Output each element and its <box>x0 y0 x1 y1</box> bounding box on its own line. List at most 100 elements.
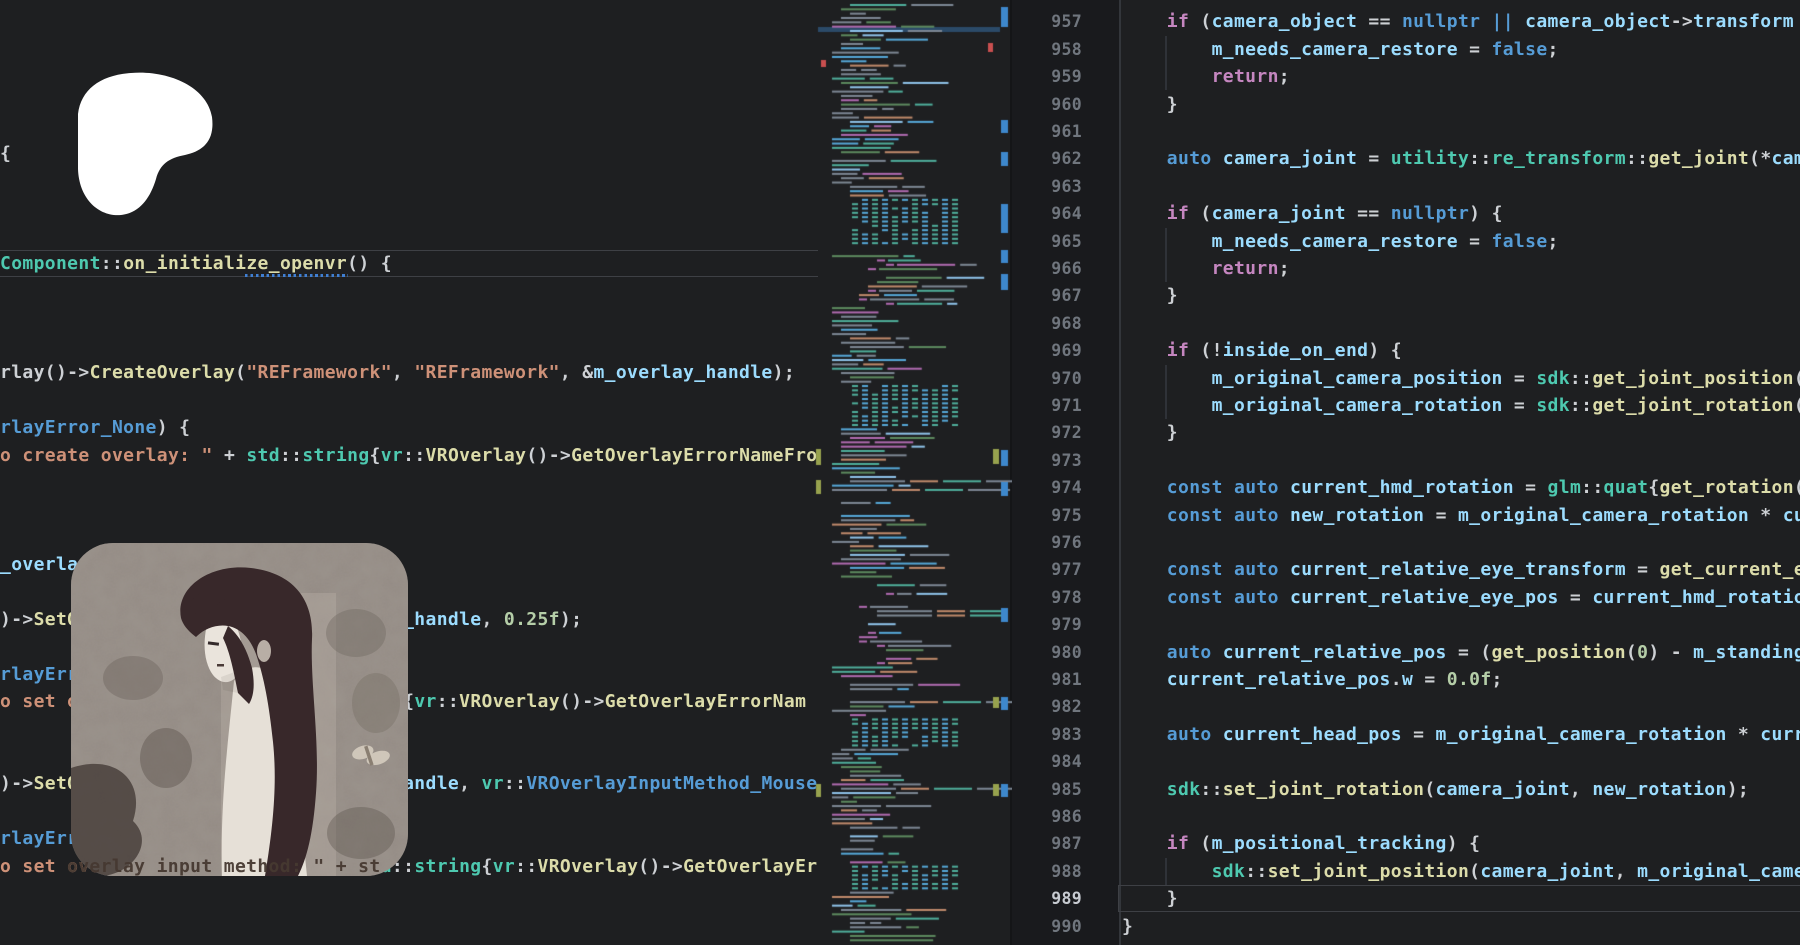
code-line[interactable]: } <box>1167 885 1178 912</box>
code-token: , <box>1615 861 1637 882</box>
line-number[interactable]: 978 <box>1012 584 1082 611</box>
code-line[interactable]: _overla <box>0 551 78 578</box>
code-token: = <box>1357 148 1391 169</box>
code-token: false <box>1492 39 1548 60</box>
code-line[interactable]: m_needs_camera_restore = false; <box>1212 36 1559 63</box>
line-number[interactable]: 957 <box>1012 8 1082 35</box>
code-line[interactable]: if (m_positional_tracking) { <box>1167 830 1481 857</box>
code-token: :: <box>1570 368 1592 389</box>
code-token: get_position <box>1492 642 1626 663</box>
line-number[interactable]: 981 <box>1012 666 1082 693</box>
line-number[interactable]: 984 <box>1012 748 1082 775</box>
code-token: m_overlay_handle <box>593 362 772 383</box>
line-number[interactable]: 961 <box>1012 118 1082 145</box>
line-number[interactable]: 967 <box>1012 282 1082 309</box>
line-number[interactable]: 973 <box>1012 447 1082 474</box>
code-line[interactable]: m_original_camera_position = sdk::get_jo… <box>1212 365 1800 392</box>
code-line[interactable]: const auto new_rotation = m_original_cam… <box>1167 502 1800 529</box>
line-number[interactable]: 985 <box>1012 776 1082 803</box>
code-token: _overla <box>0 554 78 575</box>
code-line[interactable]: { <box>0 140 11 167</box>
code-token: () { <box>347 253 392 274</box>
code-token: current_head_pos <box>1223 724 1402 745</box>
code-line[interactable]: auto camera_joint = utility::re_transfor… <box>1167 145 1800 172</box>
code-line[interactable]: return; <box>1212 255 1290 282</box>
code-line[interactable]: return; <box>1212 63 1290 90</box>
line-number[interactable]: 964 <box>1012 200 1082 227</box>
code-token: current_relative_pos <box>1223 642 1447 663</box>
line-number[interactable]: 976 <box>1012 529 1082 556</box>
code-token: VROverlay <box>459 691 560 712</box>
code-token: auto <box>1167 148 1212 169</box>
code-line[interactable]: } <box>1122 913 1133 940</box>
line-number[interactable]: 968 <box>1012 310 1082 337</box>
code-token: { <box>370 445 381 466</box>
code-line[interactable]: const auto current_relative_eye_transfor… <box>1167 556 1800 583</box>
line-number[interactable]: 959 <box>1012 63 1082 90</box>
code-token: VROverlay <box>426 445 527 466</box>
code-line[interactable]: rlay()->CreateOverlay("REFramework", "RE… <box>0 359 795 386</box>
code-line[interactable]: sdk::set_joint_rotation(camera_joint, ne… <box>1167 776 1749 803</box>
line-number[interactable]: 971 <box>1012 392 1082 419</box>
line-number[interactable]: 990 <box>1012 913 1082 940</box>
code-line[interactable]: } <box>1167 419 1178 446</box>
artwork-overlay-image <box>71 543 408 876</box>
code-token: ( <box>1469 861 1480 882</box>
code-line[interactable]: m_original_camera_rotation = sdk::get_jo… <box>1212 392 1800 419</box>
line-number[interactable]: 958 <box>1012 36 1082 63</box>
line-number[interactable]: 972 <box>1012 419 1082 446</box>
code-token: auto <box>1234 559 1279 580</box>
code-token: || <box>1480 11 1525 32</box>
minimap[interactable] <box>815 0 1012 945</box>
line-number[interactable]: 970 <box>1012 365 1082 392</box>
line-number[interactable]: 960 <box>1012 91 1082 118</box>
line-number[interactable]: 983 <box>1012 721 1082 748</box>
code-line[interactable]: if (camera_joint == nullptr) { <box>1167 200 1503 227</box>
code-token: re_transform <box>1492 148 1626 169</box>
code-line[interactable]: const auto current_relative_eye_pos = cu… <box>1167 584 1800 611</box>
line-number[interactable]: 974 <box>1012 474 1082 501</box>
line-number[interactable]: 989 <box>1012 885 1082 912</box>
code-token: sdk <box>1167 779 1201 800</box>
code-token: on_initialize_openvr <box>123 253 347 274</box>
code-token: if <box>1167 833 1189 854</box>
line-number[interactable]: 969 <box>1012 337 1082 364</box>
code-line[interactable]: m_needs_camera_restore = false; <box>1212 228 1559 255</box>
code-line[interactable]: auto current_relative_pos = (get_positio… <box>1167 639 1800 666</box>
code-line[interactable]: sdk::set_joint_position(camera_joint, m_… <box>1212 858 1800 885</box>
code-token: ( <box>1189 203 1211 224</box>
code-token: , <box>392 362 414 383</box>
code-token: ; <box>1279 258 1290 279</box>
code-token: false <box>1492 231 1548 252</box>
code-token: ( <box>1189 833 1211 854</box>
line-number[interactable]: 986 <box>1012 803 1082 830</box>
line-number[interactable]: 977 <box>1012 556 1082 583</box>
line-number[interactable]: 980 <box>1012 639 1082 666</box>
code-token: ( <box>1794 368 1800 389</box>
line-number[interactable]: 979 <box>1012 611 1082 638</box>
line-number[interactable]: 965 <box>1012 228 1082 255</box>
line-number[interactable]: 975 <box>1012 502 1082 529</box>
line-number[interactable]: 982 <box>1012 693 1082 720</box>
code-token: auto <box>1167 642 1212 663</box>
code-line[interactable]: const auto current_hmd_rotation = glm::q… <box>1167 474 1800 501</box>
code-line[interactable]: if (camera_object == nullptr || camera_o… <box>1167 8 1794 35</box>
code-line[interactable]: o create overlay: " + std::string{vr::VR… <box>0 442 817 469</box>
line-number[interactable]: 987 <box>1012 830 1082 857</box>
code-line[interactable]: if (!inside_on_end) { <box>1167 337 1402 364</box>
line-number[interactable]: 962 <box>1012 145 1082 172</box>
code-line[interactable]: auto current_head_pos = m_original_camer… <box>1167 721 1800 748</box>
line-number[interactable]: 963 <box>1012 173 1082 200</box>
code-token <box>1279 559 1290 580</box>
line-number[interactable]: 988 <box>1012 858 1082 885</box>
code-line[interactable]: current_relative_pos.w = 0.0f; <box>1167 666 1503 693</box>
code-token: "REFramework" <box>246 362 392 383</box>
right-editor-pane[interactable]: 957 if (camera_object == nullptr || camer… <box>1012 0 1800 945</box>
code-token: rlayError_None <box>0 417 157 438</box>
line-number[interactable]: 966 <box>1012 255 1082 282</box>
code-token: m_original_camera_rotation <box>1436 724 1727 745</box>
code-line[interactable]: } <box>1167 91 1178 118</box>
code-line[interactable]: } <box>1167 282 1178 309</box>
code-token: camera_object <box>1525 11 1671 32</box>
code-line[interactable]: rlayError_None) { <box>0 414 190 441</box>
